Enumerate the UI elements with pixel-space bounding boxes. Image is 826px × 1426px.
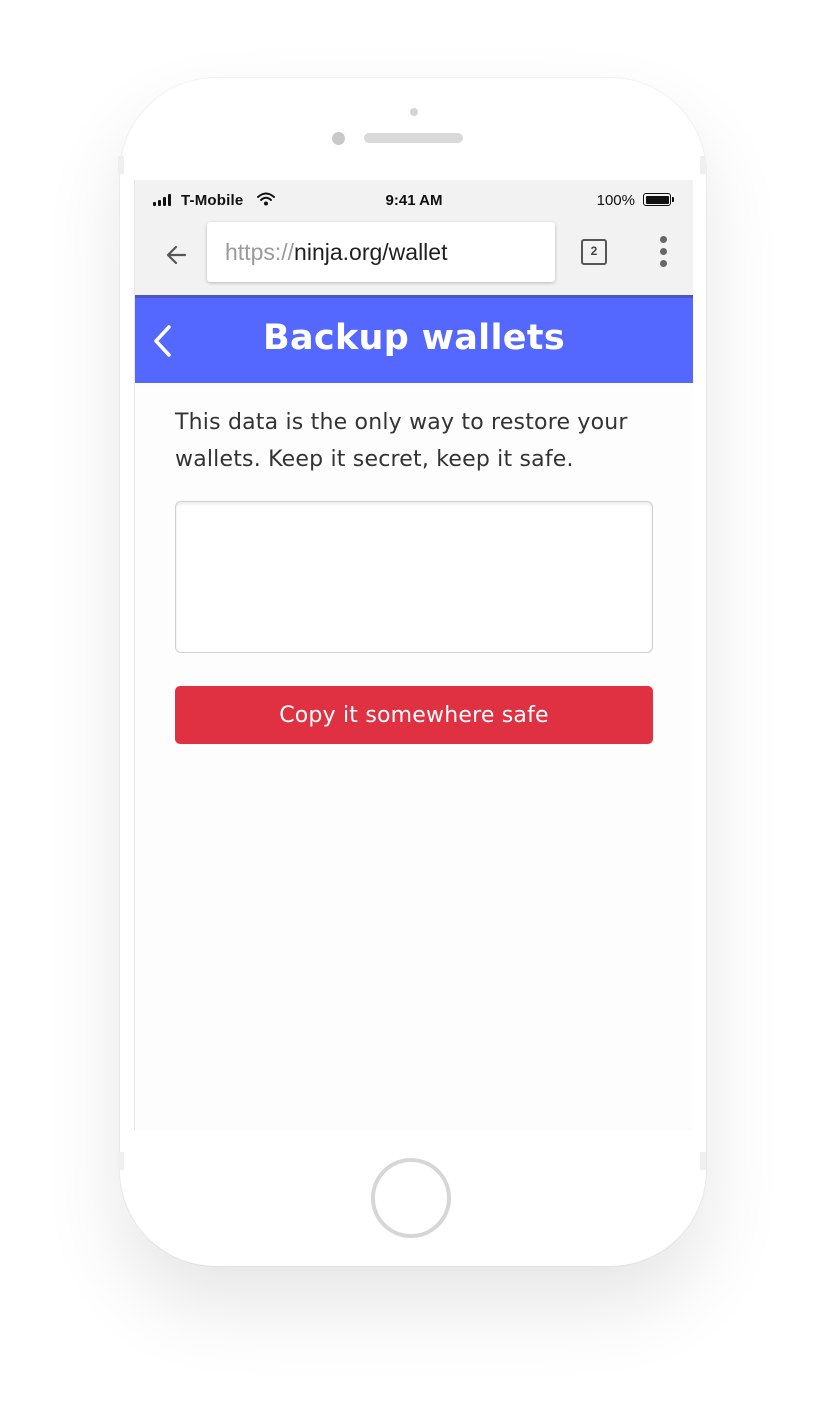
- battery-icon: [643, 193, 674, 206]
- url-scheme: https://: [225, 239, 295, 265]
- page-title: Backup wallets: [263, 318, 565, 358]
- browser-toolbar: https://ninja.org/wallet 2: [135, 220, 693, 298]
- home-button[interactable]: [371, 1158, 451, 1238]
- status-bar: T-Mobile 9:41 AM 100%: [135, 180, 693, 220]
- tab-switcher-button[interactable]: 2: [581, 239, 607, 265]
- backup-data-field[interactable]: [175, 501, 653, 653]
- copy-backup-button[interactable]: Copy it somewhere safe: [175, 686, 653, 744]
- mockup-stage: T-Mobile 9:41 AM 100% https://ninja.org/…: [0, 0, 826, 1426]
- phone-side-bottom: [118, 1152, 124, 1170]
- address-bar[interactable]: https://ninja.org/wallet: [207, 222, 555, 282]
- phone-side-right-top: [700, 156, 706, 174]
- earpiece-speaker: [364, 133, 463, 143]
- url-host: ninja.org/wallet: [294, 239, 448, 265]
- phone-side-switch: [118, 156, 124, 174]
- app-header: Backup wallets: [135, 298, 693, 383]
- backup-description: This data is the only way to restore you…: [175, 410, 628, 472]
- more-vertical-icon[interactable]: [655, 236, 673, 268]
- arrow-left-icon[interactable]: [163, 241, 191, 269]
- front-camera: [332, 132, 345, 145]
- proximity-sensor: [410, 108, 418, 116]
- phone-side-right-bottom: [700, 1152, 706, 1170]
- phone-screen: T-Mobile 9:41 AM 100% https://ninja.org/…: [134, 180, 693, 1130]
- battery-percent: 100%: [596, 192, 635, 209]
